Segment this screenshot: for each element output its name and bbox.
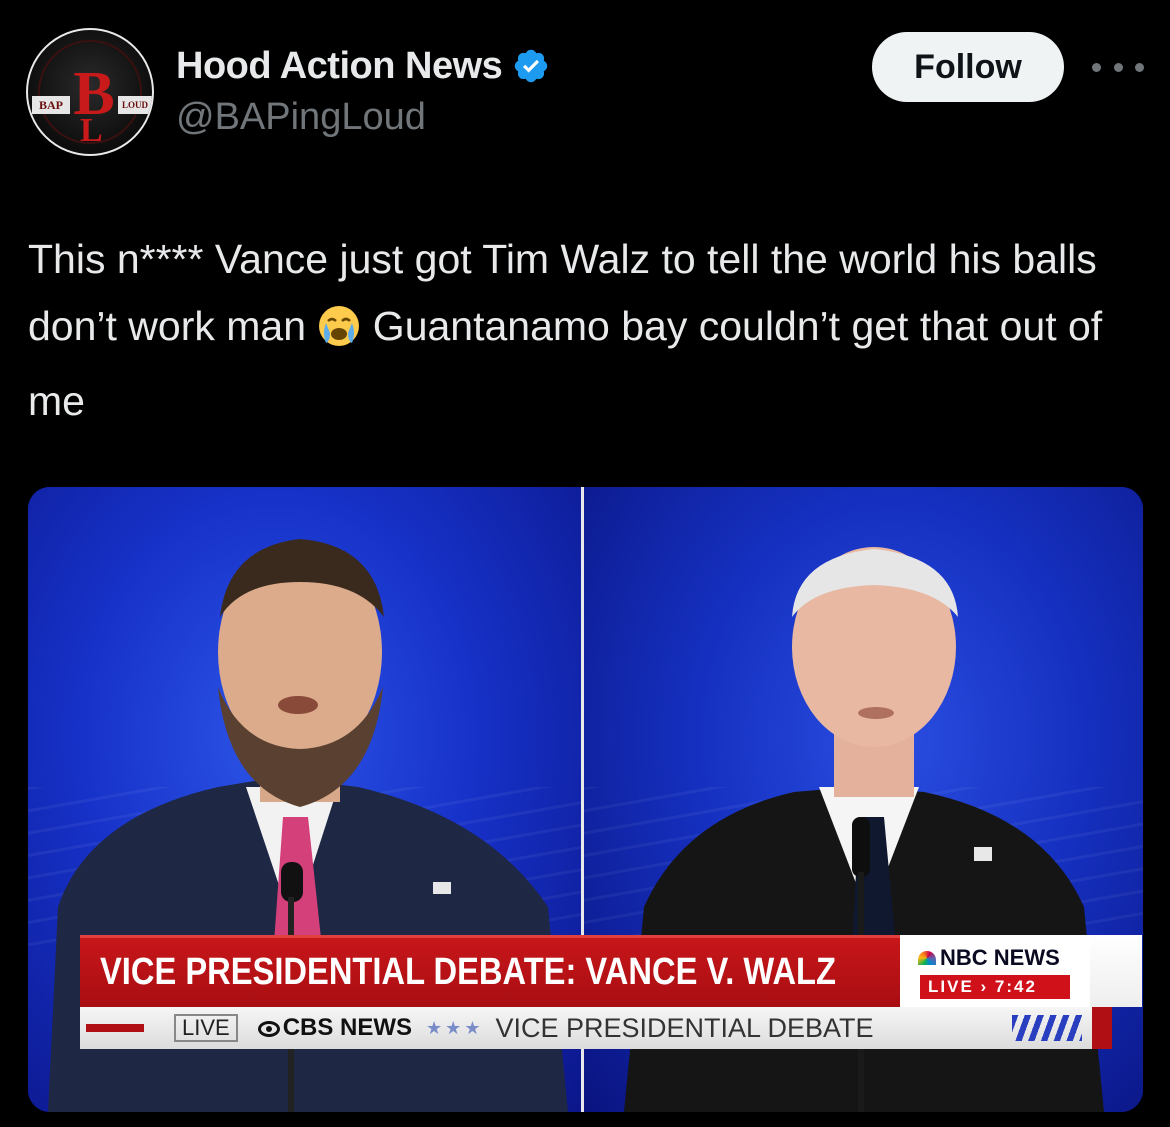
- cbs-news-label: CBS NEWS: [282, 1014, 413, 1041]
- avatar[interactable]: BAP B L LOUD: [26, 28, 154, 156]
- user-handle[interactable]: @BAPingLoud: [176, 96, 426, 139]
- avatar-right-text: LOUD: [118, 96, 152, 114]
- post-header: BAP B L LOUD Hood Action News @BAPingLou…: [0, 0, 1170, 160]
- avatar-monogram-bottom: L: [80, 112, 103, 149]
- more-dot: [1135, 62, 1144, 72]
- post-text: This n**** Vance just got Tim Walz to te…: [28, 226, 1138, 435]
- ticker-red-bar: [86, 1024, 144, 1032]
- name-row: Hood Action News: [176, 44, 550, 88]
- ticker-red-edge: [1092, 1007, 1112, 1049]
- cbs-news-logo: CBS NEWS: [257, 1014, 413, 1042]
- nbc-news-bug: NBC NEWS LIVE › 7:42: [900, 935, 1090, 1007]
- more-options-icon[interactable]: [1092, 52, 1144, 82]
- more-dot: [1092, 62, 1101, 72]
- nbc-news-logo: NBC NEWS: [918, 945, 1060, 971]
- chyron-title-bar: VICE PRESIDENTIAL DEBATE: VANCE V. WALZ: [80, 935, 900, 1007]
- ticker-separator: ★★★: [426, 1017, 484, 1038]
- ticker-stripes: [1012, 1015, 1082, 1041]
- loudly-crying-face-emoji: [317, 301, 361, 368]
- chyron-title: VICE PRESIDENTIAL DEBATE: VANCE V. WALZ: [100, 951, 836, 993]
- avatar-left-text: BAP: [32, 96, 70, 114]
- nbc-peacock-icon: [918, 951, 936, 965]
- display-name[interactable]: Hood Action News: [176, 45, 503, 88]
- follow-button[interactable]: Follow: [872, 32, 1064, 102]
- verified-badge-icon[interactable]: [512, 47, 550, 85]
- nbc-live-badge: LIVE › 7:42: [920, 975, 1070, 999]
- ticker-live-badge: LIVE: [174, 1014, 238, 1042]
- ticker-text: VICE PRESIDENTIAL DEBATE: [495, 1012, 874, 1043]
- cbs-eye-icon: [257, 1021, 280, 1037]
- more-dot: [1113, 62, 1123, 72]
- news-ticker: LIVE CBS NEWS ★★★ VICE PRESIDENTIAL DEBA…: [80, 1007, 1092, 1049]
- nbc-news-label: NBC NEWS: [940, 945, 1060, 970]
- post-media-image[interactable]: VICE PRESIDENTIAL DEBATE: VANCE V. WALZ …: [28, 487, 1143, 1112]
